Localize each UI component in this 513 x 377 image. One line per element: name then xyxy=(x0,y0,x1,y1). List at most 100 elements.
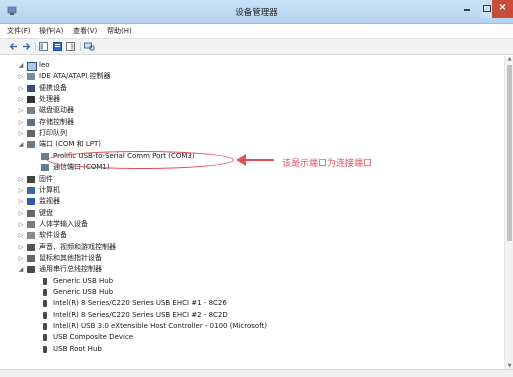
scrollbar-thumb[interactable] xyxy=(507,65,512,241)
monitor-icon xyxy=(27,198,35,205)
tree-category-node[interactable]: ◢ leo xyxy=(4,60,504,71)
menu-action[interactable]: 操作(A) xyxy=(39,26,63,36)
close-button[interactable]: × xyxy=(492,0,513,18)
tree-category-node[interactable]: ▷ 键盘 xyxy=(4,208,504,219)
usb-icon xyxy=(43,278,47,285)
tree-node-label: 声音、视频和游戏控制器 xyxy=(39,243,116,251)
help-pane-icon[interactable] xyxy=(66,42,75,51)
tree-device-node[interactable]: Intel(R) USB 3.0 eXtensible Host Control… xyxy=(4,321,504,332)
tree-node-label: Generic USB Hub xyxy=(53,288,114,296)
expand-arrow-icon[interactable]: ▷ xyxy=(18,117,24,128)
expand-arrow-icon[interactable]: ▷ xyxy=(18,196,24,207)
firmware-icon xyxy=(27,176,35,183)
tree-device-node[interactable]: USB Root Hub xyxy=(4,344,504,355)
tree-node-label: USB Root Hub xyxy=(53,345,102,353)
device-tree: ◢ leo ▷ IDE ATA/ATAPI 控制器 ▷ 便携设备 ▷ 处理器 ▷ 磁盘驱动器 ▷ 存储… xyxy=(4,56,504,369)
disk-drive-icon xyxy=(27,107,35,114)
tree-category-node[interactable]: ▷ 鼠标和其他指针设备 xyxy=(4,253,504,264)
usb-icon xyxy=(43,334,47,341)
menu-help[interactable]: 帮助(H) xyxy=(107,26,132,36)
computer-root-icon xyxy=(27,62,37,71)
expand-arrow-icon[interactable]: ▷ xyxy=(18,83,24,94)
computer-icon xyxy=(27,187,35,194)
tree-node-label: 便携设备 xyxy=(39,84,67,92)
tree-device-node[interactable]: Generic USB Hub xyxy=(4,276,504,287)
collapse-arrow-icon[interactable]: ◢ xyxy=(18,264,24,275)
tree-node-label: 端口 (COM 和 LPT) xyxy=(39,140,101,148)
menu-view[interactable]: 查看(V) xyxy=(73,26,97,36)
expand-arrow-icon[interactable]: ▷ xyxy=(18,71,24,82)
tree-category-node[interactable]: ▷ 打印队列 xyxy=(4,128,504,139)
tree-node-label: 人体学输入设备 xyxy=(39,220,88,228)
back-icon[interactable] xyxy=(9,42,18,51)
mouse-icon xyxy=(27,255,35,262)
usb-icon xyxy=(43,312,47,319)
usb-icon xyxy=(27,266,35,273)
tree-node-label: 鼠标和其他指针设备 xyxy=(39,254,102,262)
menu-file[interactable]: 文件(F) xyxy=(7,26,31,36)
scan-hardware-icon[interactable] xyxy=(84,42,95,51)
tree-device-node[interactable]: Generic USB Hub xyxy=(4,287,504,298)
maximize-button[interactable] xyxy=(481,0,492,18)
show-hide-tree-icon[interactable] xyxy=(39,42,48,51)
tree-category-node[interactable]: ▷ 软件设备 xyxy=(4,230,504,241)
collapse-arrow-icon[interactable]: ◢ xyxy=(18,60,24,71)
expand-arrow-icon[interactable]: ▷ xyxy=(18,105,24,116)
tree-device-node[interactable]: USB Composite Device xyxy=(4,332,504,343)
expand-arrow-icon[interactable]: ▷ xyxy=(18,208,24,219)
portable-device-icon xyxy=(27,85,35,92)
storage-controller-icon xyxy=(27,119,35,126)
properties-icon[interactable] xyxy=(53,42,62,51)
vertical-scrollbar[interactable]: ▲ ▼ xyxy=(504,56,513,369)
tree-device-node[interactable]: Intel(R) 8 Series/C220 Series USB EHCI #… xyxy=(4,298,504,309)
tree-node-label: 计算机 xyxy=(39,186,60,194)
tree-node-label: 软件设备 xyxy=(39,231,67,239)
expand-arrow-icon[interactable]: ▷ xyxy=(18,94,24,105)
tree-node-label: leo xyxy=(39,61,50,69)
expand-arrow-icon[interactable]: ▷ xyxy=(18,230,24,241)
tree-node-label: 键盘 xyxy=(39,209,53,217)
usb-icon xyxy=(43,300,47,307)
port-icon xyxy=(27,141,35,148)
status-bar xyxy=(0,369,513,377)
scroll-up-icon[interactable]: ▲ xyxy=(505,56,513,62)
ide-controller-icon xyxy=(27,73,35,80)
expand-arrow-icon[interactable]: ▷ xyxy=(18,128,24,139)
software-device-icon xyxy=(27,232,35,239)
collapse-arrow-icon[interactable]: ◢ xyxy=(18,139,24,150)
tree-category-node[interactable]: ▷ 监视器 xyxy=(4,196,504,207)
expand-arrow-icon[interactable]: ▷ xyxy=(18,253,24,264)
tree-node-label: Intel(R) 8 Series/C220 Series USB EHCI #… xyxy=(53,311,228,319)
tree-category-node[interactable]: ▷ 声音、视频和游戏控制器 xyxy=(4,242,504,253)
tree-node-label: 存储控制器 xyxy=(39,118,74,126)
usb-icon xyxy=(43,346,47,353)
tree-category-node[interactable]: ◢ 通用串行总线控制器 xyxy=(4,264,504,275)
tree-category-node[interactable]: ▷ IDE ATA/ATAPI 控制器 xyxy=(4,71,504,82)
tree-category-node[interactable]: ▷ 存储控制器 xyxy=(4,117,504,128)
tree-node-label: Generic USB Hub xyxy=(53,277,114,285)
tree-category-node[interactable]: ▷ 便携设备 xyxy=(4,83,504,94)
minimize-button[interactable] xyxy=(455,0,481,18)
tree-category-node[interactable]: ▷ 磁盘驱动器 xyxy=(4,105,504,116)
usb-icon xyxy=(43,289,47,296)
tree-node-label: 打印队列 xyxy=(39,129,67,137)
tree-device-node[interactable]: Intel(R) 8 Series/C220 Series USB EHCI #… xyxy=(4,310,504,321)
expand-arrow-icon[interactable]: ▷ xyxy=(18,242,24,253)
title-bar[interactable]: 设备管理器 × xyxy=(0,0,513,24)
tree-category-node[interactable]: ◢ 端口 (COM 和 LPT) xyxy=(4,139,504,150)
tree-category-node[interactable]: ▷ 人体学输入设备 xyxy=(4,219,504,230)
tree-category-node[interactable]: ▷ 处理器 xyxy=(4,94,504,105)
printer-icon xyxy=(27,130,35,137)
device-tree-pane: ◢ leo ▷ IDE ATA/ATAPI 控制器 ▷ 便携设备 ▷ 处理器 ▷ 磁盘驱动器 ▷ 存储… xyxy=(4,56,504,369)
tree-node-label: Intel(R) 8 Series/C220 Series USB EHCI #… xyxy=(53,299,227,307)
tree-category-node[interactable]: ▷ 固件 xyxy=(4,174,504,185)
sound-icon xyxy=(27,244,35,251)
window-title: 设备管理器 xyxy=(235,8,278,18)
device-manager-window: 设备管理器 × 文件(F) 操作(A) 查看(V) 帮助(H) ◢ leo ▷ IDE… xyxy=(0,0,513,377)
expand-arrow-icon[interactable]: ▷ xyxy=(18,219,24,230)
forward-icon[interactable] xyxy=(22,42,31,51)
expand-arrow-icon[interactable]: ▷ xyxy=(18,185,24,196)
annotation-note: 该是示端口为连接端口 xyxy=(282,159,373,169)
tree-category-node[interactable]: ▷ 计算机 xyxy=(4,185,504,196)
expand-arrow-icon[interactable]: ▷ xyxy=(18,174,24,185)
